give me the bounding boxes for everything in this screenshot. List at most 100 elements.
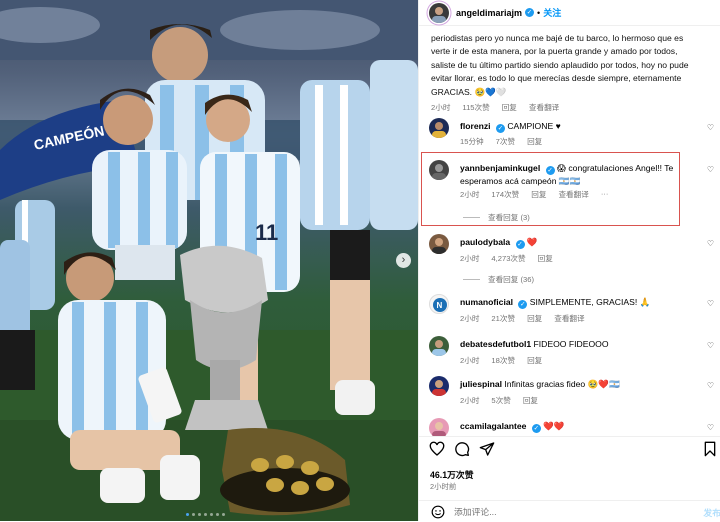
comment-meta: 2小时 174次赞 回复 查看翻译 ··· [460,189,608,200]
commenter-avatar[interactable]: N [429,294,449,314]
verified-badge-icon: ✓ [531,424,541,433]
view-replies-label[interactable]: 查看回复 (36) [488,274,534,285]
comment-likes[interactable]: 4,273次赞 [491,253,525,264]
like-comment-heart-icon[interactable]: ♡ [707,239,714,248]
caption-reply-button[interactable]: 回复 [502,101,517,114]
caption-likes[interactable]: 115次赞 [462,101,489,114]
commenter-username[interactable]: yannbenjaminkugel [460,163,540,173]
comment-meta: 15分钟 7次赞 回复 [460,136,542,147]
carousel-dot [192,513,195,516]
comment-likes[interactable]: 21次赞 [491,313,515,324]
comment-reply-button[interactable]: 回复 [527,136,542,147]
celebration-photo: CAMPEÓN 11 [0,0,418,521]
post-caption: periodistas pero yo nunca me bajé de tu … [431,32,693,114]
comment-translate-button[interactable]: 查看翻译 [554,313,584,324]
comment-reply-button[interactable]: 回复 [527,313,542,324]
header-separator: • [537,7,541,18]
heart-icon[interactable] [429,441,445,457]
divider [463,217,480,218]
posted-time: 2小时前 [430,482,457,491]
carousel-dot [186,513,189,516]
comment-text: FIDEOO FIDEOOO [533,339,609,349]
comment-reply-button[interactable]: 回复 [527,355,542,366]
commenter-username[interactable]: numanoficial [460,297,513,307]
comment-meta: 2小时 4,273次赞 回复 [460,253,553,264]
view-replies-label[interactable]: 查看回复 (3) [488,212,530,223]
like-comment-heart-icon[interactable]: ♡ [707,165,714,174]
post-detail-panel: angeldimariajm ✓ • 关注 periodistas pero y… [418,0,720,521]
comment-more-options-icon[interactable]: ··· [601,189,609,200]
commenter-avatar[interactable] [429,376,449,396]
comment-text: ❤️❤️ [543,421,565,431]
add-comment-input[interactable] [454,504,674,519]
like-comment-heart-icon[interactable]: ♡ [707,123,714,132]
post-header: angeldimariajm ✓ • 关注 [419,0,720,26]
commenter-username[interactable]: juliespinal [460,379,502,389]
commenter-avatar[interactable] [429,418,449,436]
comment-likes[interactable]: 174次赞 [491,189,519,200]
emoji-icon[interactable] [431,505,445,519]
comment-time: 2小时 [460,356,480,365]
comment-likes[interactable]: 7次赞 [496,136,515,147]
caption-translate-button[interactable]: 查看翻译 [529,101,559,114]
verified-badge-icon: ✓ [545,166,555,175]
comment-reply-button[interactable]: 回复 [523,395,538,406]
comment-time: 2小时 [460,254,480,263]
post-photo[interactable]: CAMPEÓN 11 › [0,0,418,521]
post-comment-button[interactable]: 发布 [703,506,720,519]
bookmark-icon[interactable] [702,441,718,457]
carousel-dot [222,513,225,516]
add-comment-row: 发布 [419,500,720,522]
carousel-dot [204,513,207,516]
comment-meta: 2小时 5次赞 回复 [460,395,538,406]
like-comment-heart-icon[interactable]: ♡ [707,341,714,350]
carousel-dots [186,513,225,516]
post-action-bar: 46.1万次赞 2小时前 发布 [419,436,720,521]
commenter-username[interactable]: ccamilagalantee [460,421,526,431]
next-photo-button[interactable]: › [396,253,411,268]
like-comment-heart-icon[interactable]: ♡ [707,299,714,308]
commenter-avatar[interactable] [429,160,449,180]
share-icon[interactable] [479,441,495,457]
like-comment-heart-icon[interactable]: ♡ [707,423,714,432]
comment-text: CAMPIONE ♥ [507,121,561,131]
svg-text:11: 11 [255,220,278,245]
svg-text:N: N [437,301,443,310]
divider [463,279,480,280]
commenter-avatar[interactable] [429,234,449,254]
author-avatar[interactable] [429,2,449,23]
likes-count[interactable]: 46.1万次赞 [430,468,474,481]
commenter-username[interactable]: paulodybala [460,237,510,247]
verified-badge-icon: ✓ [525,8,535,17]
comment-time: 2小时 [460,314,480,323]
comment-time: 15分钟 [460,137,484,146]
comment-likes[interactable]: 5次赞 [491,395,510,406]
like-comment-heart-icon[interactable]: ♡ [707,381,714,390]
verified-badge-icon: ✓ [515,240,525,249]
verified-badge-icon: ✓ [495,124,505,133]
comment-text: SIMPLEMENTE, GRACIAS! 🙏 [529,297,651,307]
comment-reply-button[interactable]: 回复 [538,253,553,264]
carousel-dot [198,513,201,516]
comment-time: 2小时 [460,396,480,405]
comment-translate-button[interactable]: 查看翻译 [558,189,588,200]
comment-time: 2小时 [460,190,480,199]
follow-button[interactable]: 关注 [543,6,561,19]
comments-list[interactable]: periodistas pero yo nunca me bajé de tu … [419,26,720,436]
commenter-username[interactable]: debatesdefutbol1 [460,339,531,349]
commenter-avatar[interactable] [429,336,449,356]
carousel-dot [210,513,213,516]
comment-reply-button[interactable]: 回复 [531,189,546,200]
commenter-username[interactable]: florenzi [460,121,491,131]
caption-meta: 2小时 115次赞 回复 查看翻译 [431,101,693,114]
caption-time: 2小时 [431,103,451,113]
commenter-avatar[interactable] [429,118,449,138]
view-replies-button[interactable]: 查看回复 (3) [463,212,530,223]
comment-text: ❤️ [526,237,538,247]
comment-icon[interactable] [454,441,470,457]
comment-meta: 2小时 21次赞 回复 查看翻译 [460,313,585,324]
comment-likes[interactable]: 18次赞 [491,355,515,366]
verified-badge-icon: ✓ [518,300,528,309]
author-username[interactable]: angeldimariajm [456,8,522,18]
view-replies-button[interactable]: 查看回复 (36) [463,274,534,285]
